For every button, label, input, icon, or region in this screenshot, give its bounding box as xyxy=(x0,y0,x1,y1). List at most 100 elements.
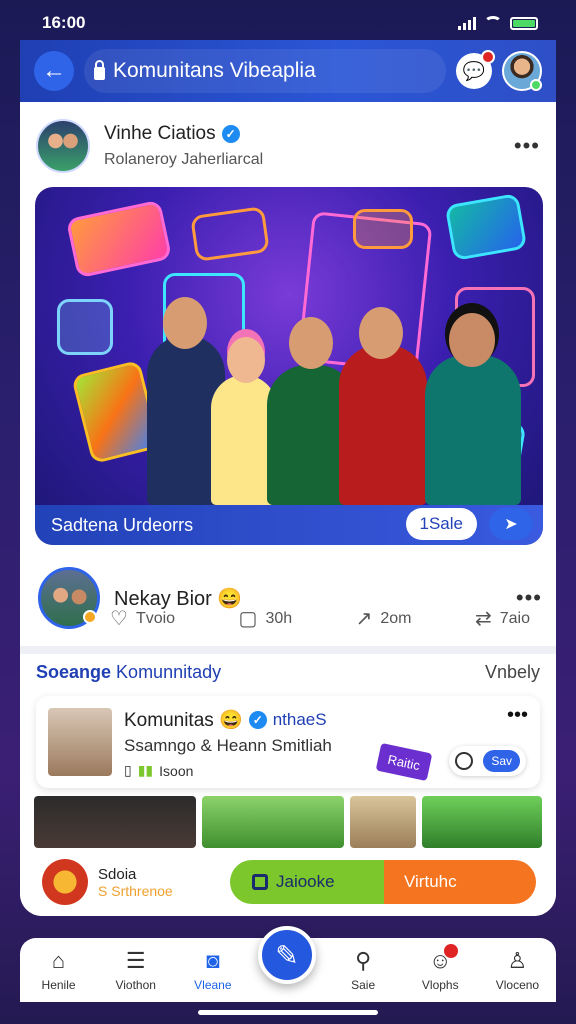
virtual-button[interactable]: Virtuhc xyxy=(384,860,536,904)
promo-title: Sdoia xyxy=(98,865,137,883)
nav-label: Viothon xyxy=(115,978,156,992)
section-header: Soeange Komunnitady Vnbely xyxy=(36,662,540,683)
person-head xyxy=(449,313,495,367)
repost-icon: ⇄ xyxy=(474,608,492,630)
comment-icon: ▢ xyxy=(238,608,258,630)
sticker-label: Raitic xyxy=(375,742,433,782)
status-indicator xyxy=(83,610,97,624)
list-icon: ☰ xyxy=(125,948,146,973)
strip-thumbnail[interactable] xyxy=(202,796,344,848)
status-time: 16:00 xyxy=(42,13,86,32)
media-caption-text: Sadtena Urdeorrs xyxy=(51,514,194,535)
community-meta-text: Isoon xyxy=(159,762,194,779)
navigate-button[interactable]: ➤ xyxy=(489,508,533,540)
neon-card xyxy=(65,199,173,279)
community-card[interactable]: Komunitas 😄 ✓ nthaeS Ssamngo & Heann Smi… xyxy=(36,696,540,788)
lock-icon xyxy=(94,59,105,80)
feed[interactable]: Vinhe Ciatios ✓ Rolaneroy Jaherliarcal •… xyxy=(20,102,556,916)
signal-icon xyxy=(458,16,476,30)
app-header: ← Komunitans Vibeaplia 💬 xyxy=(20,40,556,102)
home-indicator xyxy=(198,1010,378,1015)
notification-badge xyxy=(444,944,459,958)
nav-label: Vlophs xyxy=(421,978,459,992)
community-name: Komunitas 😄 xyxy=(124,710,243,731)
nav-list[interactable]: ☰ Viothon xyxy=(104,948,168,993)
author-avatar[interactable] xyxy=(36,119,90,173)
like-icon: ♡ xyxy=(110,608,128,630)
promo-subtitle: S Srthrenoe xyxy=(98,882,173,899)
nav-search[interactable]: ⚲ Saie xyxy=(331,948,395,993)
share-action[interactable]: ↗ 2om xyxy=(356,606,412,631)
person-figure xyxy=(425,355,521,505)
chat-button[interactable]: 💬 xyxy=(456,50,495,89)
post2-actions: ♡ Tvoio ▢ 30h ↗ 2om ⇄ 7aio xyxy=(110,606,530,631)
promo-card: Sdoia S Srthrenoe Jaiooke Virtuhc xyxy=(20,848,556,916)
section-title: Soeange Komunnitady xyxy=(36,662,221,683)
back-button[interactable]: ← xyxy=(34,51,74,91)
profile-icon: ♙ xyxy=(507,948,528,973)
more-options-icon[interactable]: ••• xyxy=(507,704,528,727)
community-actions: Sav xyxy=(449,746,526,776)
section-divider xyxy=(20,646,556,654)
pencil-icon: ✎ xyxy=(275,939,299,971)
repost-count: 7aio xyxy=(499,609,530,627)
header-title-bar[interactable]: Komunitans Vibeaplia xyxy=(84,49,446,93)
strip-thumbnail[interactable] xyxy=(422,796,542,848)
nav-camera[interactable]: ◙ Vleane xyxy=(181,948,245,993)
share-count: 2om xyxy=(380,609,412,627)
comment-action[interactable]: ▢ 30h xyxy=(239,606,293,631)
verified-icon: ✓ xyxy=(221,125,240,143)
promo-avatar xyxy=(42,859,88,905)
nav-home[interactable]: ⌂ Henile xyxy=(27,948,91,993)
post2-avatar[interactable] xyxy=(38,567,100,629)
share-icon: ↗ xyxy=(355,608,373,630)
nav-label: Saie xyxy=(351,978,376,992)
like-action[interactable]: ♡ Tvoio xyxy=(110,606,175,631)
community-thumbnail xyxy=(48,708,112,776)
nav-notifications[interactable]: ☺ Vlophs xyxy=(408,944,472,992)
person-head xyxy=(359,307,403,359)
like-count: Tvoio xyxy=(135,609,176,627)
community-name-row: Komunitas 😄 ✓ nthaeS xyxy=(124,708,327,732)
camera-icon: ◙ xyxy=(206,948,220,973)
nav-profile[interactable]: ♙ Vloceno xyxy=(485,948,549,993)
repost-action[interactable]: ⇄ 7aio xyxy=(475,606,530,631)
comment-count: 30h xyxy=(265,609,293,627)
strip-thumbnail[interactable] xyxy=(350,796,416,848)
bookmark-icon: ▯ xyxy=(124,762,132,778)
chat-bubble-icon: 💬 xyxy=(462,60,486,81)
save-button[interactable]: Sav xyxy=(483,750,520,772)
join-icon xyxy=(252,874,268,890)
search-icon: ⚲ xyxy=(355,948,372,973)
home-icon: ⌂ xyxy=(51,948,66,973)
camera-icon[interactable] xyxy=(455,752,474,770)
wifi-icon xyxy=(484,16,502,30)
section-view-all-link[interactable]: Vnbely xyxy=(485,662,540,683)
post-media[interactable]: Sadtena Urdeorrs 1Sale ➤ xyxy=(35,187,543,545)
more-options-icon[interactable]: ••• xyxy=(514,133,540,159)
sale-label: 1Sale xyxy=(419,514,463,533)
neon-card xyxy=(190,206,270,262)
neon-card xyxy=(444,193,528,261)
nav-label: Vleane xyxy=(194,978,232,992)
sale-button[interactable]: 1Sale xyxy=(405,508,477,540)
create-post-button[interactable]: ✎ xyxy=(258,926,316,984)
person-figure xyxy=(339,345,427,505)
community-subtitle: Ssamngo & Heann Smitliah xyxy=(124,736,332,755)
strip-thumbnail[interactable] xyxy=(34,796,196,848)
battery-icon xyxy=(510,16,538,30)
neon-card xyxy=(353,209,413,249)
header-title: Komunitans Vibeaplia xyxy=(113,59,316,82)
join-button[interactable]: Jaiooke xyxy=(230,860,384,904)
person-head xyxy=(163,297,207,349)
post-header: Vinhe Ciatios ✓ Rolaneroy Jaherliarcal •… xyxy=(36,116,540,176)
verified-icon: ✓ xyxy=(248,711,267,729)
profile-avatar[interactable] xyxy=(502,51,542,91)
section-title-bold: Soeange xyxy=(36,662,112,682)
author-name-row[interactable]: Vinhe Ciatios ✓ xyxy=(104,123,263,145)
author-name: Vinhe Ciatios xyxy=(104,123,216,144)
community-handle: nthaeS xyxy=(272,710,327,729)
nav-label: Henile xyxy=(41,978,76,992)
arrow-left-icon: ← xyxy=(42,57,66,84)
nav-label: Vloceno xyxy=(495,978,540,992)
